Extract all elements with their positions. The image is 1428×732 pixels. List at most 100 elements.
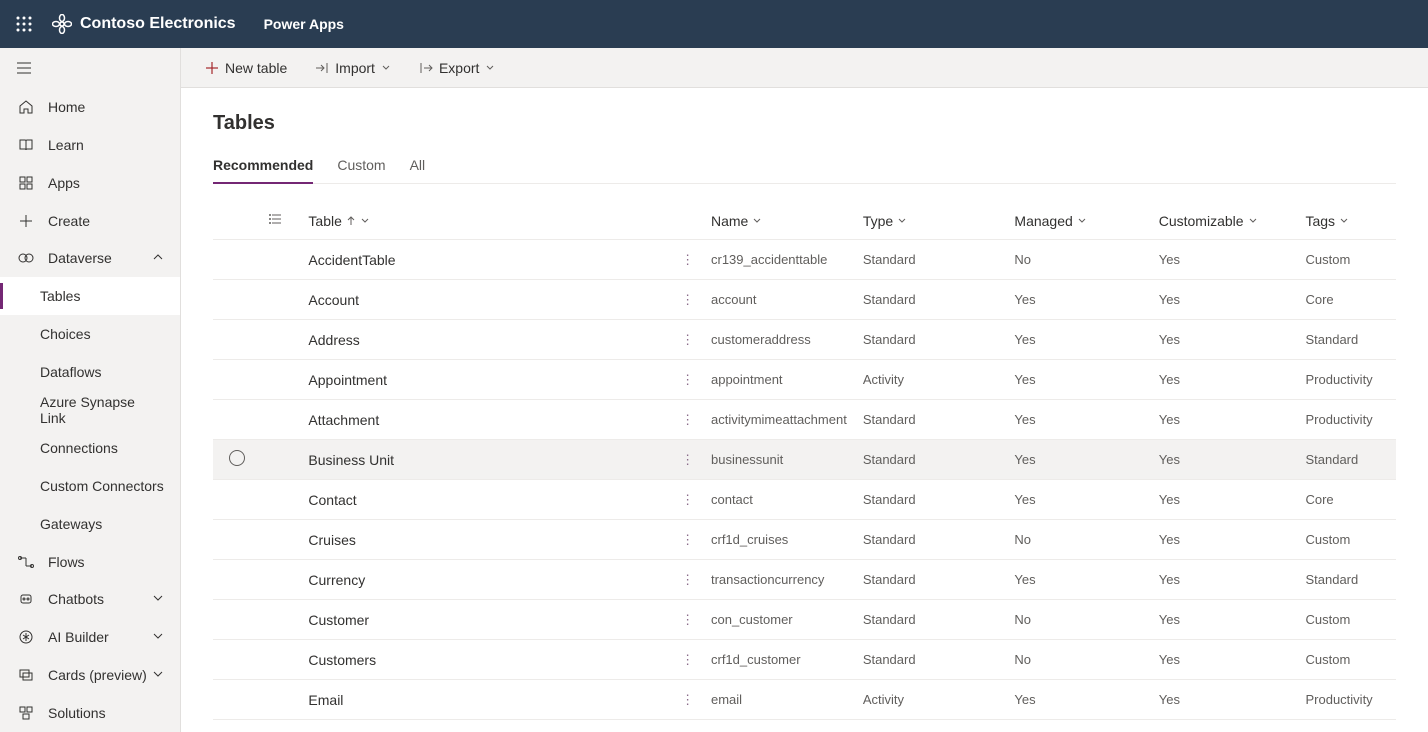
column-type[interactable]: Type xyxy=(855,202,1007,240)
more-vertical-icon[interactable]: ⋮ xyxy=(681,412,694,427)
tab-recommended[interactable]: Recommended xyxy=(213,151,313,183)
more-vertical-icon[interactable]: ⋮ xyxy=(681,452,694,467)
cell-table[interactable]: Address xyxy=(300,320,673,360)
tables-grid: Table Name Type Ma xyxy=(213,202,1396,720)
toolbar-label: Export xyxy=(439,60,479,76)
table-row[interactable]: Cruises⋮crf1d_cruisesStandardNoYesCustom xyxy=(213,520,1396,560)
cell-table[interactable]: Business Unit xyxy=(300,440,673,480)
sidebar-item-dataverse[interactable]: Dataverse xyxy=(0,239,180,277)
table-row[interactable]: Account⋮accountStandardYesYesCore xyxy=(213,280,1396,320)
sidebar-item-synapse[interactable]: Azure Synapse Link xyxy=(0,391,180,429)
table-row[interactable]: Customers⋮crf1d_customerStandardNoYesCus… xyxy=(213,640,1396,680)
cell-tags: Custom xyxy=(1297,520,1396,560)
table-row[interactable]: Appointment⋮appointmentActivityYesYesPro… xyxy=(213,360,1396,400)
table-row[interactable]: AccidentTable⋮cr139_accidenttableStandar… xyxy=(213,240,1396,280)
cell-table[interactable]: Customers xyxy=(300,640,673,680)
chevron-down-icon xyxy=(1248,216,1258,226)
cell-managed: Yes xyxy=(1006,320,1150,360)
cell-table[interactable]: Appointment xyxy=(300,360,673,400)
table-row[interactable]: Address⋮customeraddressStandardYesYesSta… xyxy=(213,320,1396,360)
cell-table[interactable]: Attachment xyxy=(300,400,673,440)
table-row[interactable]: Customer⋮con_customerStandardNoYesCustom xyxy=(213,600,1396,640)
column-customizable[interactable]: Customizable xyxy=(1151,202,1298,240)
cell-type: Standard xyxy=(855,240,1007,280)
more-vertical-icon[interactable]: ⋮ xyxy=(681,292,694,307)
more-vertical-icon[interactable]: ⋮ xyxy=(681,252,694,267)
export-button[interactable]: Export xyxy=(411,56,503,80)
more-vertical-icon[interactable]: ⋮ xyxy=(681,372,694,387)
table-row[interactable]: Business Unit⋮businessunitStandardYesYes… xyxy=(213,440,1396,480)
column-managed[interactable]: Managed xyxy=(1006,202,1150,240)
table-row[interactable]: Contact⋮contactStandardYesYesCore xyxy=(213,480,1396,520)
import-button[interactable]: Import xyxy=(307,56,399,80)
sidebar-item-label: Flows xyxy=(48,554,85,570)
sidebar-item-ai-builder[interactable]: AI Builder xyxy=(0,618,180,656)
sidebar-item-tables[interactable]: Tables xyxy=(0,277,180,315)
table-row[interactable]: Attachment⋮activitymimeattachmentStandar… xyxy=(213,400,1396,440)
more-vertical-icon[interactable]: ⋮ xyxy=(681,332,694,347)
sidebar-item-chatbots[interactable]: Chatbots xyxy=(0,580,180,618)
more-vertical-icon[interactable]: ⋮ xyxy=(681,612,694,627)
tab-custom[interactable]: Custom xyxy=(337,151,385,183)
sidebar-item-apps[interactable]: Apps xyxy=(0,164,180,202)
sidebar-item-home[interactable]: Home xyxy=(0,88,180,126)
cell-customizable: Yes xyxy=(1151,560,1298,600)
app-name[interactable]: Power Apps xyxy=(264,16,344,32)
list-icon xyxy=(269,212,283,226)
toolbar-label: New table xyxy=(225,60,287,76)
more-vertical-icon[interactable]: ⋮ xyxy=(681,652,694,667)
table-row[interactable]: Currency⋮transactioncurrencyStandardYesY… xyxy=(213,560,1396,600)
column-tags[interactable]: Tags xyxy=(1297,202,1396,240)
sidebar-item-gateways[interactable]: Gateways xyxy=(0,505,180,543)
more-vertical-icon[interactable]: ⋮ xyxy=(681,492,694,507)
toolbar: New table Import Export xyxy=(181,48,1428,88)
sidebar-item-label: Chatbots xyxy=(48,591,104,607)
sidebar-item-learn[interactable]: Learn xyxy=(0,126,180,164)
cell-tags: Custom xyxy=(1297,600,1396,640)
new-table-button[interactable]: New table xyxy=(197,56,295,80)
row-select-radio[interactable] xyxy=(229,450,245,466)
sidebar-item-label: Create xyxy=(48,213,90,229)
cell-managed: Yes xyxy=(1006,480,1150,520)
cell-customizable: Yes xyxy=(1151,400,1298,440)
column-table[interactable]: Table xyxy=(300,202,673,240)
cell-customizable: Yes xyxy=(1151,680,1298,720)
more-vertical-icon[interactable]: ⋮ xyxy=(681,572,694,587)
tab-all[interactable]: All xyxy=(410,151,426,183)
sidebar-item-connections[interactable]: Connections xyxy=(0,429,180,467)
table-row[interactable]: Email⋮emailActivityYesYesProductivity xyxy=(213,680,1396,720)
cell-table[interactable]: Contact xyxy=(300,480,673,520)
dataverse-icon xyxy=(16,250,36,266)
column-rowtype[interactable] xyxy=(261,202,300,240)
page-body: Tables Recommended Custom All Table xyxy=(181,88,1428,732)
sidebar-item-flows[interactable]: Flows xyxy=(0,543,180,581)
sidebar-item-solutions[interactable]: Solutions xyxy=(0,694,180,732)
cell-table[interactable]: AccidentTable xyxy=(300,240,673,280)
cell-table[interactable]: Customer xyxy=(300,600,673,640)
column-label: Customizable xyxy=(1159,213,1244,229)
global-header: Contoso Electronics Power Apps xyxy=(0,0,1428,48)
cell-customizable: Yes xyxy=(1151,520,1298,560)
cell-name: crf1d_cruises xyxy=(703,520,855,560)
more-vertical-icon[interactable]: ⋮ xyxy=(681,692,694,707)
sidebar-item-cards[interactable]: Cards (preview) xyxy=(0,656,180,694)
waffle-icon[interactable] xyxy=(8,8,40,40)
column-actions xyxy=(673,202,703,240)
cell-table[interactable]: Email xyxy=(300,680,673,720)
sidebar-item-custom-connectors[interactable]: Custom Connectors xyxy=(0,467,180,505)
hamburger-icon[interactable] xyxy=(0,48,180,88)
cell-table[interactable]: Account xyxy=(300,280,673,320)
org-logo[interactable]: Contoso Electronics xyxy=(52,14,236,34)
cell-customizable: Yes xyxy=(1151,360,1298,400)
more-vertical-icon[interactable]: ⋮ xyxy=(681,532,694,547)
column-name[interactable]: Name xyxy=(703,202,855,240)
cell-table[interactable]: Cruises xyxy=(300,520,673,560)
sidebar-item-choices[interactable]: Choices xyxy=(0,315,180,353)
cell-type: Standard xyxy=(855,560,1007,600)
sidebar-item-label: Cards (preview) xyxy=(48,667,147,683)
solutions-icon xyxy=(16,705,36,721)
sidebar-item-create[interactable]: Create xyxy=(0,202,180,240)
cell-table[interactable]: Currency xyxy=(300,560,673,600)
content-area: New table Import Export Tables Recommend… xyxy=(181,48,1428,732)
sidebar-item-dataflows[interactable]: Dataflows xyxy=(0,353,180,391)
